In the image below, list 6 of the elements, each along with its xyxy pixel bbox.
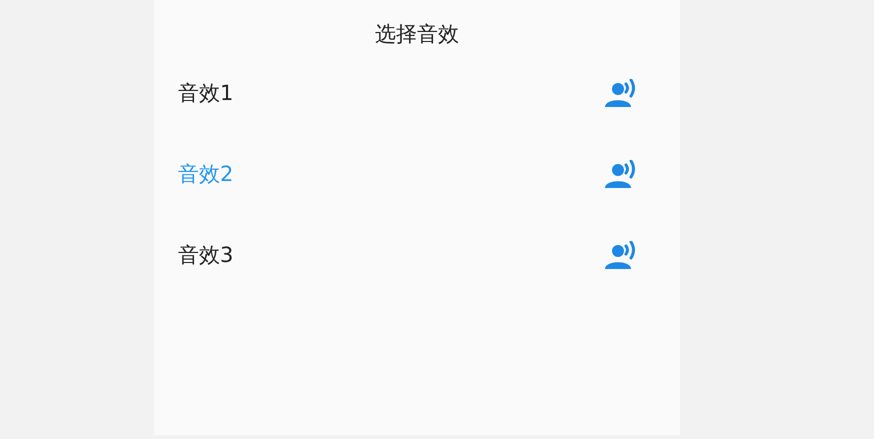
speaking-person-icon[interactable] — [604, 78, 638, 106]
sound-effect-option[interactable]: 音效3 — [178, 240, 234, 268]
sound-effect-option[interactable]: 音效1 — [178, 78, 234, 106]
speaking-person-icon[interactable] — [604, 240, 638, 268]
sheet-title: 选择音效 — [374, 21, 460, 48]
speaking-person-icon[interactable] — [604, 160, 638, 188]
